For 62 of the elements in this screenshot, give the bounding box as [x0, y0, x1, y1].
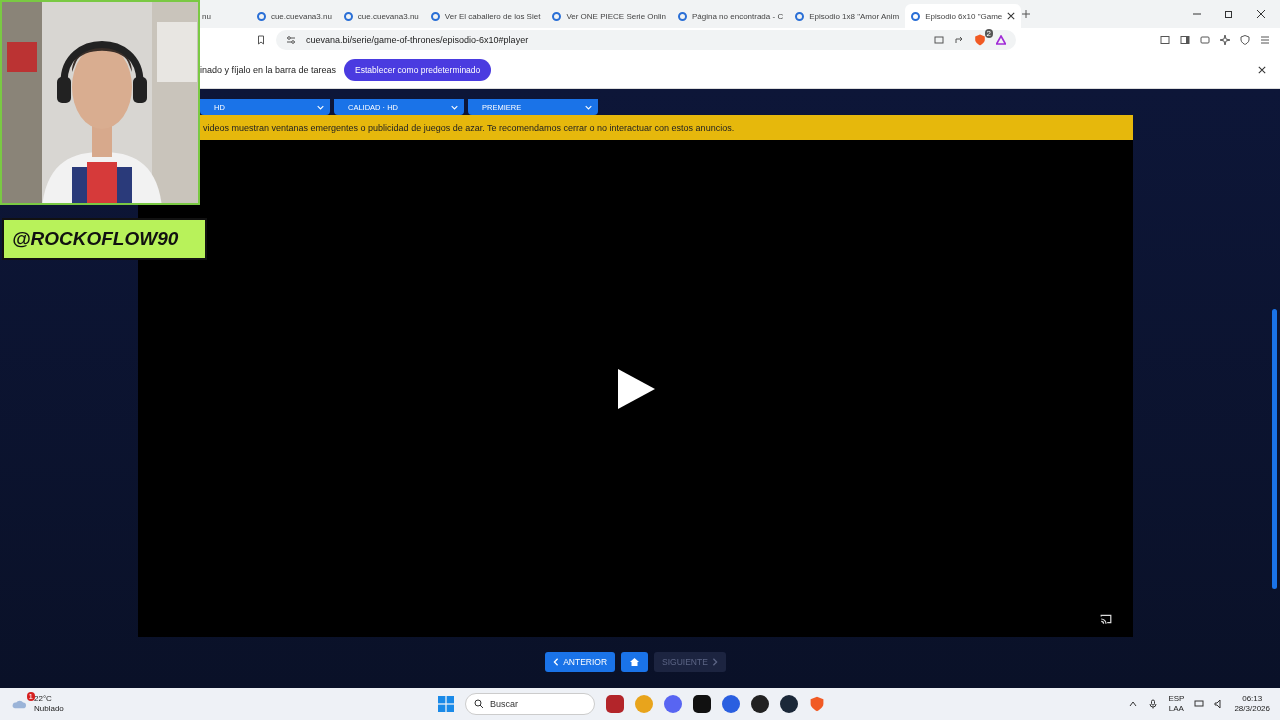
home-icon	[629, 657, 641, 667]
plus-icon[interactable]	[1021, 9, 1032, 19]
browser-tab[interactable]: Ver El caballero de los Siet	[424, 4, 547, 28]
caret-icon	[585, 104, 592, 110]
set-default-button[interactable]: Establecer como predeterminado	[344, 59, 492, 81]
previous-button[interactable]: ANTERIOR	[545, 652, 616, 672]
address-bar[interactable]: cuevana.bi/serie/game-of-thrones/episodio-6x10#player 2	[276, 30, 1016, 50]
browser-tab[interactable]: Episodio 6x10 "Game	[905, 4, 1022, 28]
site-icon	[256, 11, 266, 21]
steam-icon[interactable]	[780, 695, 798, 713]
temperature-text: 22°C	[34, 694, 53, 704]
app-icon[interactable]	[693, 695, 711, 713]
home-button[interactable]	[621, 652, 649, 672]
settings-icon[interactable]	[286, 35, 296, 45]
chevron-right-icon	[711, 658, 718, 666]
scrollbar-thumb[interactable]	[1272, 309, 1277, 589]
browser-tab[interactable]: Episodio 1x8 "Amor Anim	[789, 4, 906, 28]
close-icon[interactable]	[1007, 12, 1016, 20]
site-icon	[911, 11, 921, 21]
sparkle-icon[interactable]	[1220, 35, 1230, 45]
wallet-icon[interactable]	[1200, 35, 1210, 45]
search-icon	[474, 699, 484, 709]
site-icon	[430, 11, 440, 21]
play-icon[interactable]	[615, 367, 656, 410]
microphone-icon[interactable]	[1148, 699, 1159, 709]
app-icon[interactable]	[751, 695, 769, 713]
notification-badge: 1	[26, 692, 35, 701]
notification-badge: 2	[984, 29, 993, 38]
reader-icon[interactable]	[1160, 35, 1170, 45]
restore-icon[interactable]	[1224, 9, 1234, 19]
search-field[interactable]: Buscar	[465, 693, 595, 715]
shield-icon[interactable]	[1240, 35, 1250, 45]
site-icon	[343, 11, 353, 21]
close-icon[interactable]	[1258, 66, 1266, 74]
caret-icon	[317, 104, 324, 110]
caret-icon	[451, 104, 458, 110]
browser-tab[interactable]: Ver ONE PIECE Serie Onlin	[546, 4, 672, 28]
weather-condition: Nublado	[34, 704, 64, 714]
site-icon	[795, 11, 805, 21]
monitor-icon[interactable]	[1194, 699, 1205, 709]
clock-time[interactable]: 06:13	[1242, 694, 1263, 704]
browser-tab[interactable]: nu	[196, 4, 251, 28]
site-icon	[678, 11, 687, 21]
share-icon[interactable]	[954, 35, 964, 45]
clock-date[interactable]: 28/3/2026	[1234, 704, 1270, 714]
discord-icon[interactable]	[664, 695, 682, 713]
chevron-left-icon	[553, 658, 560, 666]
url-text: cuevana.bi/serie/game-of-thrones/episodio-6x10#player	[306, 35, 530, 45]
language-text[interactable]: ESP	[1168, 694, 1185, 704]
browser-tab[interactable]: cue.cuevana3.nu	[337, 4, 425, 28]
triangle-icon[interactable]	[996, 35, 1006, 45]
site-icon	[552, 11, 562, 21]
chevron-icon[interactable]	[1128, 699, 1139, 709]
browser-tab[interactable]: cue.cuevana3.nu	[250, 4, 338, 28]
close-icon[interactable]	[1256, 9, 1266, 19]
shield-icon[interactable]	[974, 34, 986, 46]
bookmark-icon[interactable]	[256, 35, 266, 45]
browser-tab[interactable]: Página no encontrada - C	[672, 4, 790, 28]
infobar-text: inado y fíjalo en la barra de tareas	[200, 65, 337, 75]
layout-text[interactable]: LAA	[1168, 704, 1184, 714]
sidebar-icon[interactable]	[1180, 35, 1190, 45]
streamer-handle: @ROCKOFLOW90	[12, 227, 180, 251]
